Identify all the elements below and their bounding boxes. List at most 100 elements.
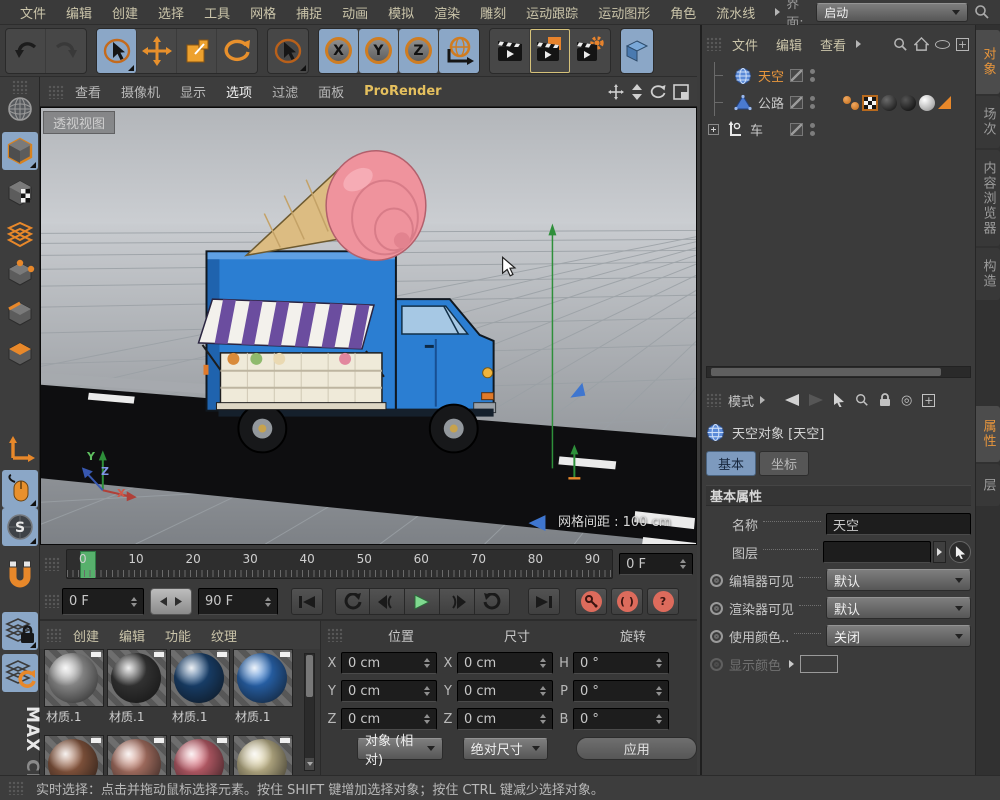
visibility-dots[interactable] bbox=[810, 69, 815, 82]
om-grip[interactable] bbox=[706, 37, 722, 51]
am-grip[interactable] bbox=[706, 393, 722, 407]
loop-back-button[interactable] bbox=[335, 588, 370, 615]
points-mode-icon[interactable] bbox=[2, 254, 38, 292]
section-basic-properties[interactable]: 基本属性 bbox=[706, 485, 971, 506]
om-add-icon[interactable]: + bbox=[956, 38, 969, 51]
workplane-align-icon[interactable] bbox=[2, 654, 38, 692]
menu-character[interactable]: 角色 bbox=[660, 1, 706, 24]
menu-animate[interactable]: 动画 bbox=[332, 1, 378, 24]
mat-menu-edit[interactable]: 编辑 bbox=[110, 624, 154, 647]
size-x-field[interactable]: 0 cm bbox=[457, 652, 553, 674]
render-visibility-dropdown[interactable]: 默认 bbox=[826, 597, 971, 619]
anim-dot-render-visible[interactable] bbox=[710, 602, 723, 615]
rotate-view-icon[interactable] bbox=[650, 84, 666, 100]
rot-b-field[interactable]: 0 ° bbox=[573, 708, 669, 730]
goto-end-button[interactable] bbox=[528, 588, 560, 615]
layer-toggle[interactable] bbox=[790, 69, 803, 82]
render-settings-button[interactable] bbox=[570, 29, 610, 73]
last-used-tool-button[interactable] bbox=[268, 29, 308, 73]
om-hscrollbar[interactable] bbox=[706, 366, 971, 378]
size-mode-dropdown[interactable]: 绝对尺寸 bbox=[463, 738, 549, 760]
mode-menu[interactable]: 模式 bbox=[728, 391, 754, 410]
coord-mode-dropdown[interactable]: 对象 (相对) bbox=[357, 738, 443, 760]
mat-menu-function[interactable]: 功能 bbox=[156, 624, 200, 647]
om-menu-edit[interactable]: 编辑 bbox=[768, 33, 810, 56]
layer-pick-icon[interactable] bbox=[949, 541, 971, 563]
vp-menu-display[interactable]: 显示 bbox=[171, 80, 215, 103]
tab-attributes[interactable]: 属性 bbox=[976, 406, 1000, 462]
rot-h-field[interactable]: 0 ° bbox=[573, 652, 669, 674]
menu-motion-tracker[interactable]: 运动跟踪 bbox=[516, 1, 588, 24]
render-view-button[interactable] bbox=[490, 29, 530, 73]
object-row-car[interactable]: 车 bbox=[706, 116, 971, 143]
history-forward-icon[interactable] bbox=[809, 394, 823, 406]
tab-objects[interactable]: 对象 bbox=[976, 30, 1000, 94]
rotate-button[interactable] bbox=[217, 29, 257, 73]
viewport-canvas[interactable]: 透视视图 网格间距 : 100 cm Y Z X bbox=[40, 107, 697, 545]
menu-pipeline[interactable]: 流水线 bbox=[706, 1, 765, 24]
menu-snap[interactable]: 捕捉 bbox=[286, 1, 332, 24]
keyframe-selection-button[interactable]: ? bbox=[647, 588, 679, 615]
mat-menu-texture[interactable]: 纹理 bbox=[202, 624, 246, 647]
model-mode-icon[interactable] bbox=[2, 132, 38, 170]
mode-more-icon[interactable] bbox=[760, 396, 765, 404]
prev-key-button[interactable] bbox=[370, 588, 405, 615]
goto-start-button[interactable] bbox=[291, 588, 323, 615]
vp-menu-prorender[interactable]: ProRender bbox=[355, 82, 451, 101]
play-button[interactable] bbox=[405, 588, 440, 615]
tab-structure[interactable]: 构造 bbox=[976, 248, 1000, 300]
object-row-road[interactable]: 公路 bbox=[706, 89, 971, 116]
current-frame-field[interactable]: 0 F bbox=[619, 553, 693, 575]
material-item[interactable]: 材质.1 bbox=[107, 649, 167, 724]
expand-icon[interactable] bbox=[708, 124, 719, 135]
size-z-field[interactable]: 0 cm bbox=[457, 708, 553, 730]
am-add-icon[interactable]: + bbox=[922, 394, 935, 407]
texture-mode-icon[interactable] bbox=[2, 174, 38, 212]
road-tags[interactable] bbox=[843, 95, 951, 111]
autokey-button[interactable]: ( ) bbox=[611, 588, 643, 615]
editor-visibility-dropdown[interactable]: 默认 bbox=[826, 569, 971, 591]
next-key-button[interactable] bbox=[440, 588, 475, 615]
layer-toggle[interactable] bbox=[790, 96, 803, 109]
tab-layers[interactable]: 层 bbox=[976, 464, 1000, 506]
menu-create[interactable]: 创建 bbox=[102, 1, 148, 24]
tweak-mouse-icon[interactable] bbox=[2, 470, 38, 508]
vp-menu-cameras[interactable]: 摄像机 bbox=[112, 80, 169, 103]
menu-tools[interactable]: 工具 bbox=[194, 1, 240, 24]
lock-y-button[interactable]: Y bbox=[359, 29, 399, 73]
am-search-icon[interactable] bbox=[855, 393, 869, 407]
display-color-swatch[interactable] bbox=[800, 655, 838, 673]
coordinate-system-button[interactable] bbox=[439, 29, 479, 73]
redo-button[interactable] bbox=[46, 29, 86, 73]
start-frame-field[interactable]: 0 F bbox=[62, 588, 144, 615]
workplane-lock-icon[interactable] bbox=[2, 612, 38, 650]
layer-toggle[interactable] bbox=[790, 123, 803, 136]
coords-grip[interactable] bbox=[327, 628, 343, 642]
search-icon[interactable] bbox=[974, 4, 990, 20]
dolly-view-icon[interactable] bbox=[631, 84, 643, 100]
anim-dot-editor-visible[interactable] bbox=[710, 574, 723, 587]
menu-file[interactable]: 文件 bbox=[10, 1, 56, 24]
use-color-dropdown[interactable]: 关闭 bbox=[826, 625, 971, 647]
visibility-dots[interactable] bbox=[810, 123, 815, 136]
tab-content-browser[interactable]: 内容浏览器 bbox=[976, 150, 1000, 246]
size-y-field[interactable]: 0 cm bbox=[457, 680, 553, 702]
tab-takes[interactable]: 场次 bbox=[976, 96, 1000, 148]
mat-menu-create[interactable]: 创建 bbox=[64, 624, 108, 647]
om-search-icon[interactable] bbox=[893, 37, 908, 52]
om-home-icon[interactable] bbox=[914, 37, 929, 52]
material-item[interactable] bbox=[233, 735, 293, 775]
visibility-dots[interactable] bbox=[810, 96, 815, 109]
tab-coordinates[interactable]: 坐标 bbox=[759, 451, 809, 476]
clipped-tool-icon[interactable] bbox=[621, 29, 653, 73]
rot-p-field[interactable]: 0 ° bbox=[573, 680, 669, 702]
layer-popup-icon[interactable] bbox=[933, 541, 946, 563]
polygons-mode-icon[interactable] bbox=[2, 334, 38, 372]
om-menu-file[interactable]: 文件 bbox=[724, 33, 766, 56]
move-button[interactable] bbox=[137, 29, 177, 73]
anim-dot-use-color[interactable] bbox=[710, 630, 723, 643]
pointer-icon[interactable] bbox=[833, 393, 845, 407]
material-item[interactable]: 材质.1 bbox=[44, 649, 104, 724]
end-frame-field[interactable]: 90 F bbox=[198, 588, 278, 615]
lock-x-button[interactable]: X bbox=[319, 29, 359, 73]
